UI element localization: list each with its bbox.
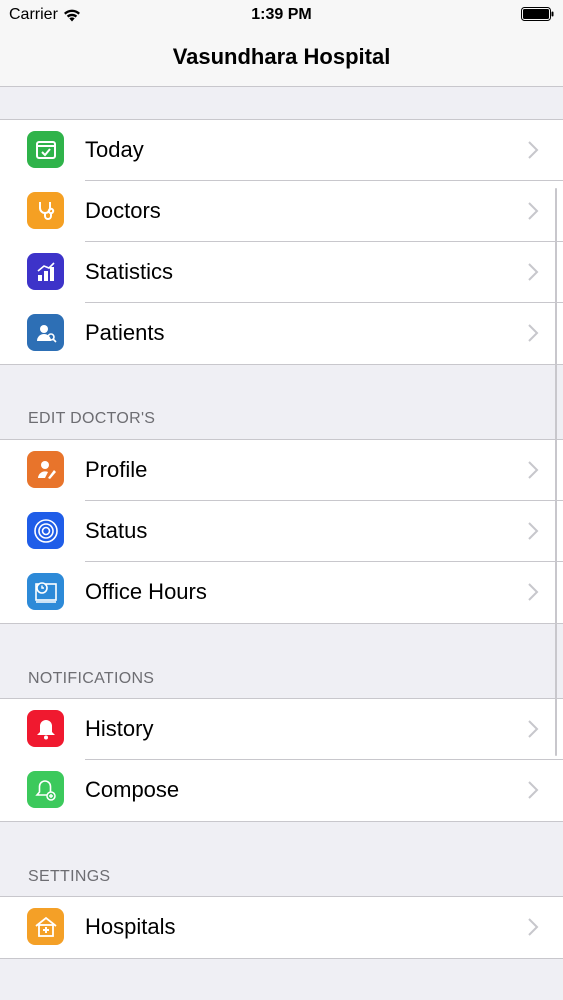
hospital-icon xyxy=(27,908,64,945)
menu-item-office-hours[interactable]: Office Hours xyxy=(0,562,563,623)
chevron-right-icon xyxy=(528,583,539,601)
menu-item-history[interactable]: History xyxy=(0,699,563,760)
patient-search-icon xyxy=(27,314,64,351)
menu-item-label: History xyxy=(85,716,154,741)
chevron-right-icon xyxy=(528,324,539,342)
menu-item-hospitals[interactable]: Hospitals xyxy=(0,897,563,958)
bell-icon xyxy=(27,710,64,747)
menu-item-compose[interactable]: Compose xyxy=(0,760,563,821)
menu-item-label: Today xyxy=(85,137,144,162)
navigation-bar: Carrier 1:39 PM Vasundhara Hospital xyxy=(0,0,563,87)
menu-item-patients[interactable]: Patients xyxy=(0,303,563,364)
menu-item-doctors[interactable]: Doctors xyxy=(0,181,563,242)
menu-item-profile[interactable]: Profile xyxy=(0,440,563,501)
calendar-check-icon xyxy=(27,131,64,168)
menu-item-label: Doctors xyxy=(85,198,161,223)
section-header-edit-doctor: EDIT DOCTOR'S xyxy=(28,410,156,427)
section-header-notifications: NOTIFICATIONS xyxy=(28,670,155,687)
menu-item-statistics[interactable]: Statistics xyxy=(0,242,563,303)
battery-icon xyxy=(521,7,554,21)
bell-add-icon xyxy=(27,771,64,808)
chevron-right-icon xyxy=(528,918,539,936)
menu-item-label: Office Hours xyxy=(85,579,207,604)
menu-item-label: Compose xyxy=(85,777,180,802)
chevron-right-icon xyxy=(528,720,539,738)
chart-icon xyxy=(27,253,64,290)
scroll-indicator[interactable] xyxy=(555,188,557,756)
stethoscope-icon xyxy=(27,192,64,229)
menu-item-label: Patients xyxy=(85,320,165,345)
menu-group-main: Today Doctors Statistics Patients xyxy=(0,119,563,365)
chevron-right-icon xyxy=(528,263,539,281)
page-title: Vasundhara Hospital xyxy=(172,44,391,69)
chevron-right-icon xyxy=(528,202,539,220)
profile-edit-icon xyxy=(27,451,64,488)
chevron-right-icon xyxy=(528,141,539,159)
status-circle-icon xyxy=(27,512,64,549)
section-header-settings: SETTINGS xyxy=(28,868,111,885)
menu-item-status[interactable]: Status xyxy=(0,501,563,562)
chevron-right-icon xyxy=(528,781,539,799)
menu-group-edit-doctor: Profile Status Office Hours xyxy=(0,439,563,624)
chevron-right-icon xyxy=(528,461,539,479)
menu-group-notifications: History Compose xyxy=(0,698,563,822)
menu-group-settings: Hospitals xyxy=(0,896,563,959)
menu-item-label: Status xyxy=(85,518,148,543)
menu-item-label: Profile xyxy=(85,457,148,482)
menu-item-label: Statistics xyxy=(85,259,174,284)
menu-item-today[interactable]: Today xyxy=(0,120,563,181)
menu-item-label: Hospitals xyxy=(85,914,176,939)
chevron-right-icon xyxy=(528,522,539,540)
status-time: 1:39 PM xyxy=(251,6,312,23)
clock-icon xyxy=(27,573,64,610)
